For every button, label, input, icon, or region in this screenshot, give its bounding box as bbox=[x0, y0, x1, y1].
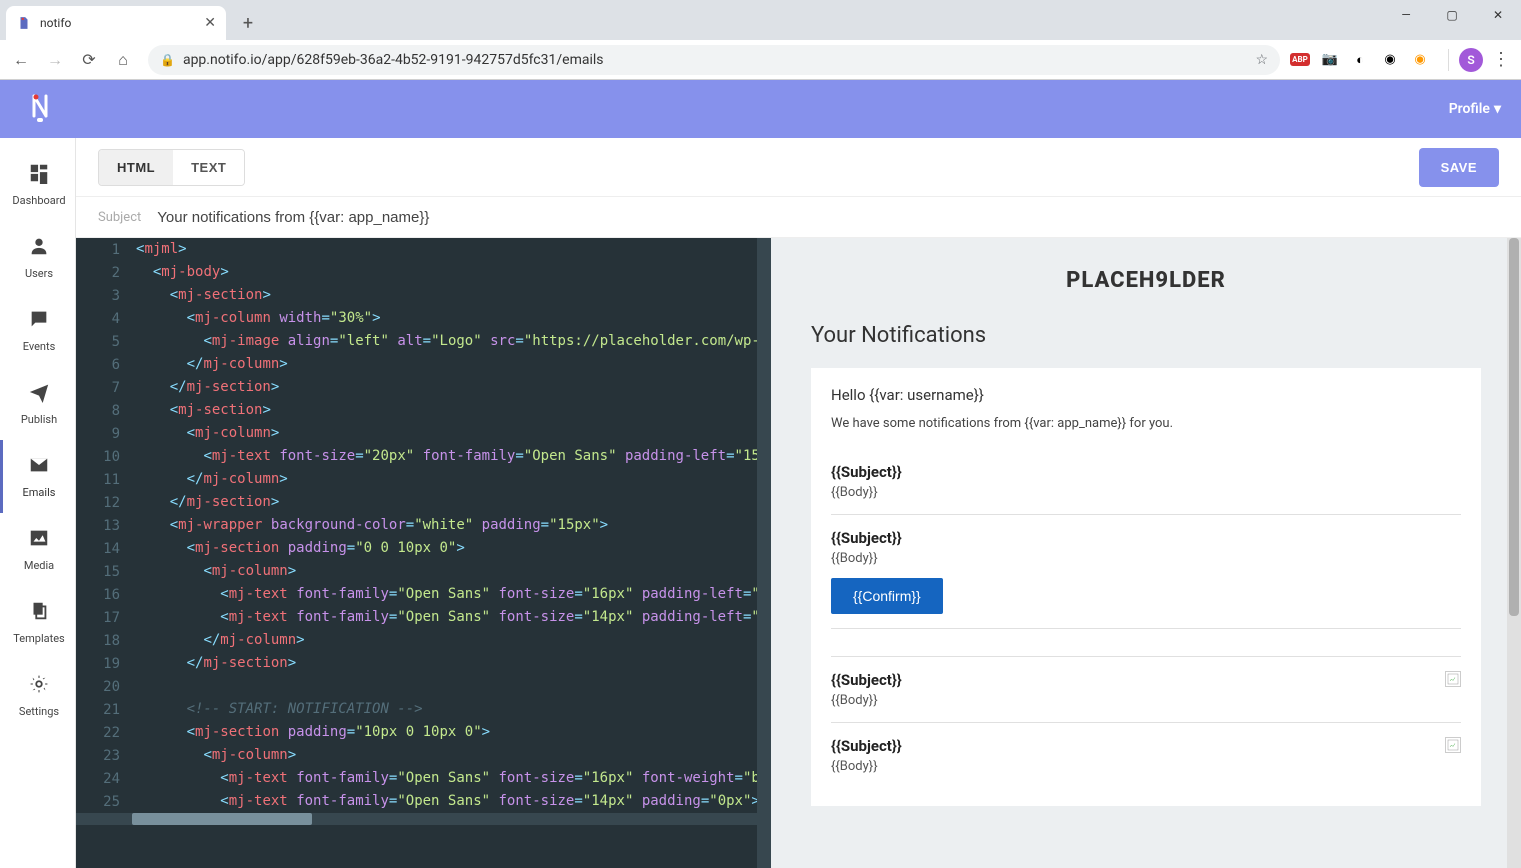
sidebar-item-label: Dashboard bbox=[12, 194, 65, 207]
notification-item: {{Subject}} {{Body}} bbox=[831, 449, 1461, 515]
notification-item: {{Subject}} {{Body}} {{Confirm}} bbox=[831, 515, 1461, 629]
profile-label: Profile bbox=[1449, 101, 1490, 117]
subject-row: Subject bbox=[76, 196, 1521, 238]
placeholder-logo: PLACEH9LDER bbox=[811, 268, 1481, 293]
sidebar-item-label: Media bbox=[24, 559, 54, 572]
profile-avatar[interactable]: S bbox=[1459, 48, 1483, 72]
sidebar-item-label: Publish bbox=[21, 413, 57, 426]
hscroll-thumb[interactable] bbox=[132, 813, 312, 825]
sidebar-item-users[interactable]: Users bbox=[0, 221, 75, 294]
gear-icon bbox=[28, 673, 50, 701]
broken-image-icon bbox=[1445, 671, 1461, 687]
subject-input[interactable] bbox=[157, 209, 1499, 226]
sidebar-item-settings[interactable]: Settings bbox=[0, 659, 75, 732]
home-button[interactable]: ⌂ bbox=[108, 45, 138, 75]
editor-hscrollbar[interactable] bbox=[76, 813, 771, 825]
format-segment: HTML TEXT bbox=[98, 149, 245, 186]
tab-html[interactable]: HTML bbox=[99, 150, 173, 185]
swirl-icon[interactable]: ◉ bbox=[1380, 50, 1400, 70]
preview-vscrollbar[interactable] bbox=[1507, 238, 1521, 868]
preview-card: Hello {{var: username}} We have some not… bbox=[811, 368, 1481, 806]
bookmark-icon[interactable]: ☆ bbox=[1255, 52, 1268, 68]
circle-icon[interactable]: ◉ bbox=[1410, 50, 1430, 70]
address-bar[interactable]: 🔒 app.notifo.io/app/628f59eb-36a2-4b52-9… bbox=[148, 45, 1280, 75]
sidebar-item-events[interactable]: Events bbox=[0, 294, 75, 367]
window-controls: — ▢ ✕ bbox=[1383, 0, 1521, 30]
new-tab-button[interactable]: + bbox=[234, 9, 262, 37]
save-button[interactable]: SAVE bbox=[1419, 148, 1499, 187]
editor-vscrollbar[interactable] bbox=[757, 238, 771, 868]
notif-body: {{Body}} bbox=[831, 693, 1435, 708]
reload-button[interactable]: ⟳ bbox=[74, 45, 104, 75]
subject-label: Subject bbox=[98, 210, 141, 225]
sidebar: Dashboard Users Events Publish Emails Me… bbox=[0, 138, 76, 868]
abp-icon[interactable]: ABP bbox=[1290, 50, 1310, 70]
tab-title: notifo bbox=[40, 16, 196, 30]
confirm-button[interactable]: {{Confirm}} bbox=[831, 578, 943, 614]
send-icon bbox=[28, 381, 50, 409]
browser-menu-button[interactable]: ⋮ bbox=[1487, 46, 1515, 74]
notif-subject: {{Subject}} bbox=[831, 463, 1461, 481]
copy-icon bbox=[28, 600, 50, 628]
notif-subject: {{Subject}} bbox=[831, 671, 1435, 689]
broken-image-icon bbox=[1445, 737, 1461, 753]
preview-subtext: We have some notifications from {{var: a… bbox=[831, 416, 1461, 431]
preview-hello: Hello {{var: username}} bbox=[831, 386, 1461, 404]
browser-tab-strip: notifo ✕ + — ▢ ✕ bbox=[0, 0, 1521, 40]
notif-subject: {{Subject}} bbox=[831, 737, 1435, 755]
chat-icon bbox=[28, 308, 50, 336]
minimize-button[interactable]: — bbox=[1383, 0, 1429, 30]
camera-icon[interactable]: 📷 bbox=[1320, 50, 1340, 70]
close-window-button[interactable]: ✕ bbox=[1475, 0, 1521, 30]
sidebar-item-publish[interactable]: Publish bbox=[0, 367, 75, 440]
editor-toolbar: HTML TEXT SAVE bbox=[76, 138, 1521, 196]
code-editor[interactable]: 1234567891011121314151617181920212223242… bbox=[76, 238, 771, 868]
sidebar-item-label: Users bbox=[25, 267, 53, 280]
chevron-down-icon: ▾ bbox=[1494, 101, 1501, 117]
email-preview: PLACEH9LDER Your Notifications Hello {{v… bbox=[771, 238, 1521, 868]
back-button[interactable]: ← bbox=[6, 45, 36, 75]
sidebar-item-label: Emails bbox=[23, 486, 56, 499]
notif-body: {{Body}} bbox=[831, 551, 1461, 566]
content: HTML TEXT SAVE Subject 12345678910111213… bbox=[76, 138, 1521, 868]
sidebar-item-dashboard[interactable]: Dashboard bbox=[0, 148, 75, 221]
url-text: app.notifo.io/app/628f59eb-36a2-4b52-919… bbox=[183, 52, 604, 68]
notification-item: {{Subject}} {{Body}} bbox=[831, 657, 1461, 723]
lock-icon: 🔒 bbox=[160, 53, 175, 67]
sidebar-item-templates[interactable]: Templates bbox=[0, 586, 75, 659]
vscroll-thumb[interactable] bbox=[1509, 238, 1519, 616]
dashboard-icon bbox=[28, 162, 50, 190]
mail-icon bbox=[28, 454, 50, 482]
app-logo-icon[interactable] bbox=[20, 89, 60, 129]
code-lines[interactable]: <mjml> <mj-body> <mj-section> <mj-column… bbox=[132, 238, 771, 813]
app-header: Profile ▾ bbox=[0, 80, 1521, 138]
close-icon[interactable]: ✕ bbox=[204, 15, 216, 31]
person-icon bbox=[28, 235, 50, 263]
sidebar-item-media[interactable]: Media bbox=[0, 513, 75, 586]
sidebar-item-label: Events bbox=[23, 340, 56, 353]
notification-item: {{Subject}} {{Body}} bbox=[831, 723, 1461, 788]
sidebar-item-label: Templates bbox=[13, 632, 64, 645]
notif-body: {{Body}} bbox=[831, 759, 1435, 774]
extension-icons: ABP 📷 ◐ ◉ ◉ bbox=[1290, 50, 1438, 70]
sidebar-item-label: Settings bbox=[19, 705, 59, 718]
browser-tab[interactable]: notifo ✕ bbox=[6, 6, 226, 40]
maximize-button[interactable]: ▢ bbox=[1429, 0, 1475, 30]
moon-icon[interactable]: ◐ bbox=[1350, 50, 1370, 70]
sidebar-item-emails[interactable]: Emails bbox=[0, 440, 75, 513]
favicon-icon bbox=[16, 15, 32, 31]
line-gutter: 1234567891011121314151617181920212223242… bbox=[76, 238, 132, 813]
divider bbox=[1448, 49, 1449, 71]
tab-text[interactable]: TEXT bbox=[173, 150, 244, 185]
profile-dropdown[interactable]: Profile ▾ bbox=[1449, 101, 1501, 117]
image-icon bbox=[28, 527, 50, 555]
preview-heading: Your Notifications bbox=[811, 323, 1481, 348]
notif-body: {{Body}} bbox=[831, 485, 1461, 500]
forward-button[interactable]: → bbox=[40, 45, 70, 75]
browser-toolbar: ← → ⟳ ⌂ 🔒 app.notifo.io/app/628f59eb-36a… bbox=[0, 40, 1521, 80]
notif-subject: {{Subject}} bbox=[831, 529, 1461, 547]
